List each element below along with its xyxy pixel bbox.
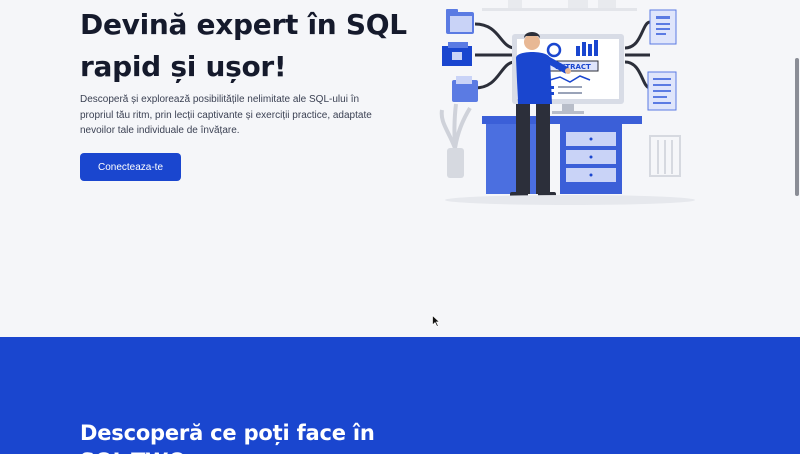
folder-icon xyxy=(446,9,474,34)
scrollbar-thumb[interactable] xyxy=(795,58,799,196)
mouse-cursor-icon xyxy=(432,315,440,327)
database-cube-icon xyxy=(442,42,472,66)
document-list-icon xyxy=(647,71,677,111)
hero-title: Devină expert în SQL rapid și ușor! xyxy=(80,8,407,83)
document-icon xyxy=(452,76,478,102)
pipes-left xyxy=(474,22,516,90)
pipes-right xyxy=(624,20,651,90)
chart-icon xyxy=(649,9,677,45)
hero-section: Devină expert în SQL rapid și ușor! Desc… xyxy=(0,0,800,337)
shelf-icon xyxy=(482,0,637,11)
features-title: Descoperă ce poți face în SQL-TWO xyxy=(80,421,375,454)
hero-illustration: EXTRACT xyxy=(439,0,695,205)
features-section: Descoperă ce poți face în SQL-TWO xyxy=(0,337,800,454)
desk-icon xyxy=(482,116,642,194)
plant-icon xyxy=(439,103,472,178)
page: Devină expert în SQL rapid și ușor! Desc… xyxy=(0,0,800,454)
trash-bin-icon xyxy=(649,135,681,177)
connect-button[interactable]: Conecteaza-te xyxy=(80,153,181,181)
hero-description: Descoperă și explorează posibilitățile n… xyxy=(80,94,372,136)
scrollbar[interactable] xyxy=(794,0,800,454)
